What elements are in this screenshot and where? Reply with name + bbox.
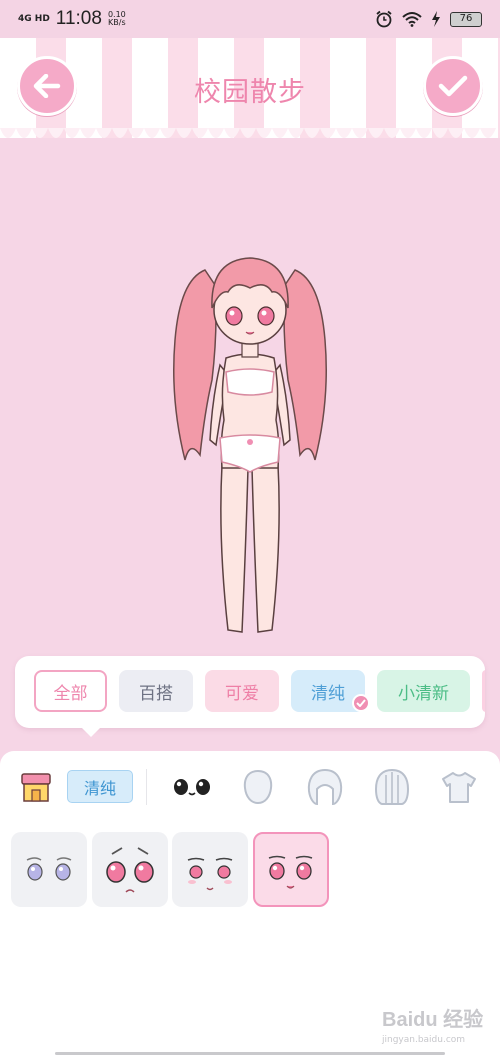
- header-scallop: [0, 128, 500, 138]
- active-style-tag[interactable]: 清纯: [67, 770, 133, 803]
- tab-divider: [146, 769, 147, 805]
- face-option-3[interactable]: [172, 832, 248, 907]
- filter-all[interactable]: 全部: [34, 670, 107, 712]
- back-button[interactable]: [17, 56, 77, 116]
- hair-short-icon[interactable]: [305, 767, 345, 807]
- shop-icon[interactable]: [18, 767, 54, 807]
- filter-bar-pointer: [80, 726, 102, 737]
- speed-unit: KB/s: [108, 18, 126, 27]
- watermark-url: jingyan.baidu.com: [382, 1035, 466, 1045]
- category-tabs: 清纯: [0, 751, 500, 821]
- filter-more-peek[interactable]: [482, 670, 485, 712]
- face-option-2[interactable]: [92, 832, 168, 907]
- selected-check-icon: [352, 694, 370, 712]
- eyes-icon[interactable]: [170, 767, 214, 807]
- status-bar: 4G HD 11:08 0.10 KB/s 76: [0, 0, 500, 38]
- checkmark-icon: [438, 75, 468, 97]
- filter-cute[interactable]: 可爱: [205, 670, 279, 712]
- baidu-watermark: Baidu 经验 jingyan.baidu.com: [382, 1003, 492, 1053]
- charging-icon: [432, 11, 440, 27]
- network-indicator: 4G HD: [18, 13, 50, 24]
- alarm-icon: [376, 10, 392, 28]
- wifi-icon: [402, 12, 422, 27]
- shirt-icon[interactable]: [440, 767, 478, 807]
- face-option-4-selected[interactable]: [253, 832, 329, 907]
- status-time: 11:08: [55, 8, 102, 29]
- watermark-name: Baidu 经验: [382, 1009, 484, 1031]
- character-avatar[interactable]: [160, 240, 340, 640]
- home-indicator[interactable]: [55, 1052, 445, 1055]
- hair-long-icon[interactable]: [372, 767, 412, 807]
- style-filter-bar: 全部 百搭 可爱 清纯 小清新: [15, 656, 485, 728]
- confirm-button[interactable]: [423, 56, 483, 116]
- network-speed: 0.10 KB/s: [108, 11, 126, 27]
- face-option-1[interactable]: [11, 832, 87, 907]
- arrow-left-icon: [33, 74, 61, 98]
- face-icon[interactable]: [238, 767, 278, 807]
- filter-fresh[interactable]: 小清新: [377, 670, 470, 712]
- battery-icon: 76: [450, 11, 482, 27]
- filter-versatile[interactable]: 百搭: [119, 670, 193, 712]
